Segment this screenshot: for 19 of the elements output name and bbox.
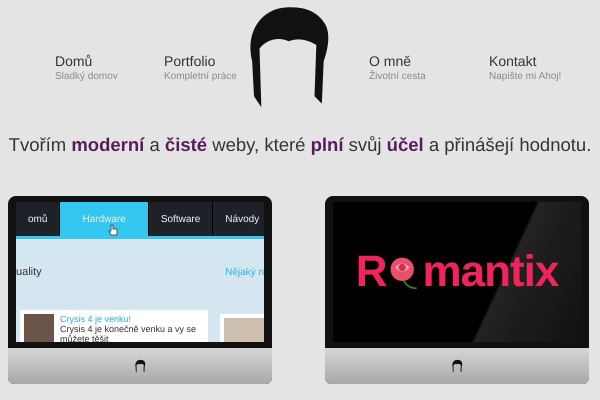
hair-logo-icon <box>133 359 147 373</box>
brand-letter: R <box>356 250 386 294</box>
nav-link[interactable]: Domů <box>55 53 136 69</box>
nav-link[interactable]: Kontakt <box>489 53 581 69</box>
hair-logo-icon <box>450 359 464 373</box>
nav-tab[interactable]: Software <box>148 202 214 236</box>
nav-link[interactable]: O mně <box>369 53 461 69</box>
brand-name: mantix <box>422 250 558 294</box>
nav-link[interactable]: Portfolio <box>164 53 245 69</box>
hand-cursor-icon <box>108 224 118 236</box>
tagline: Tvořím moderní a čisté weby, které plní svůj účel a přinášejí hodnotu. <box>8 134 592 156</box>
article-text: Crysis 4 je konečně venku a vy se můžete těšit <box>60 324 198 342</box>
section-heading: uality <box>16 266 42 278</box>
nav-subtitle: Životní cesta <box>369 71 427 82</box>
nav-tab[interactable]: Návody <box>213 202 264 236</box>
nav-subtitle: Napište mi Ahoj! <box>489 71 562 82</box>
nav-subtitle: Sladký domov <box>55 71 119 82</box>
photo-placeholder <box>24 314 54 342</box>
nav-subtitle: Kompletní práce <box>164 71 238 82</box>
